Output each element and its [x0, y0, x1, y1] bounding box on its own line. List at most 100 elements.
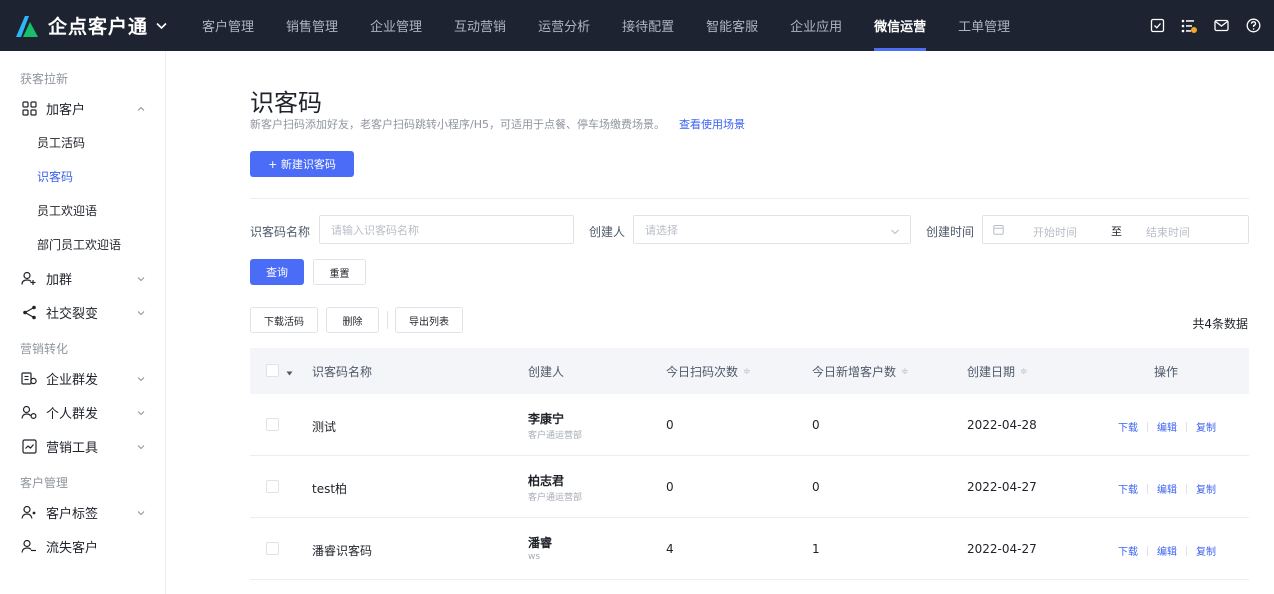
sidebar-sub-customer-code[interactable]: 识客码 — [0, 159, 165, 193]
nav-ticket-management[interactable]: 工单管理 — [948, 0, 1020, 51]
nav-reception-config[interactable]: 接待配置 — [612, 0, 684, 51]
sidebar-item-customer-tags[interactable]: 客户标签 — [0, 495, 165, 529]
sidebar-item-marketing-tools[interactable]: 营销工具 — [0, 429, 165, 463]
sidebar: 获客拉新 加客户 员工活码 识客码 员工欢迎语 部门员工欢迎语 加群 社交裂变 … — [0, 51, 166, 594]
col-actions: 操作 — [1154, 365, 1179, 379]
chevron-down-icon — [136, 441, 146, 451]
edit-link[interactable]: 编辑 — [1157, 419, 1177, 434]
sidebar-group-conversion: 营销转化 — [20, 341, 69, 356]
task-check-icon[interactable] — [1148, 17, 1166, 35]
brand[interactable]: 企点客户通 — [0, 0, 192, 51]
caret-down-icon[interactable] — [286, 365, 293, 380]
name-filter-label: 识客码名称 — [250, 225, 311, 239]
nav-customer-management[interactable]: 客户管理 — [192, 0, 264, 51]
help-icon[interactable] — [1244, 17, 1262, 35]
view-scenarios-link[interactable]: 查看使用场景 — [679, 118, 745, 131]
nav-smart-service[interactable]: 智能客服 — [696, 0, 768, 51]
cell-dept: 客户通运营部 — [528, 431, 583, 441]
export-list-button[interactable]: 导出列表 — [395, 307, 463, 333]
calendar-icon — [993, 224, 1004, 239]
sidebar-sub-employee-code[interactable]: 员工活码 — [0, 125, 165, 159]
col-today-new-customers[interactable]: 今日新增客户数 ≑ — [812, 363, 909, 380]
row-checkbox[interactable] — [266, 480, 279, 493]
sidebar-sub-employee-welcome[interactable]: 员工欢迎语 — [0, 193, 165, 227]
copy-link[interactable]: 复制 — [1196, 481, 1216, 496]
nav-interactive-marketing[interactable]: 互动营销 — [444, 0, 516, 51]
nav-enterprise-apps[interactable]: 企业应用 — [780, 0, 852, 51]
separator — [1186, 421, 1187, 432]
sidebar-group-acquisition: 获客拉新 — [20, 71, 69, 86]
new-customer-code-button[interactable]: + 新建识客码 — [250, 151, 354, 177]
name-search-input[interactable]: 请输入识客码名称 — [319, 215, 574, 244]
sidebar-group-customer-management: 客户管理 — [20, 475, 69, 490]
mail-icon[interactable] — [1212, 17, 1230, 35]
sort-icon[interactable]: ≑ — [901, 367, 909, 377]
toolbar-separator — [387, 311, 388, 329]
row-actions: 下载 编辑 复制 — [1118, 481, 1216, 496]
end-date-placeholder[interactable]: 结束时间 — [1146, 224, 1190, 240]
brand-name: 企点客户通 — [48, 16, 149, 38]
chevron-down-icon — [136, 507, 146, 517]
row-checkbox[interactable] — [266, 418, 279, 431]
col-today-scans[interactable]: 今日扫码次数 ≑ — [666, 363, 751, 380]
cell-new-customers: 0 — [812, 480, 820, 494]
sidebar-item-personal-mass[interactable]: 个人群发 — [0, 395, 165, 429]
table-row: test柏 柏志君 客户通运营部 0 0 2022-04-27 下载 编辑 复制 — [250, 456, 1249, 518]
user-broadcast-icon — [20, 403, 38, 421]
download-link[interactable]: 下载 — [1118, 481, 1138, 496]
sidebar-item-add-customer[interactable]: 加客户 — [0, 91, 165, 125]
col-created-date[interactable]: 创建日期 ≑ — [967, 363, 1028, 380]
cell-creator: 潘睿 — [528, 536, 553, 550]
chevron-down-icon — [136, 407, 146, 417]
copy-link[interactable]: 复制 — [1196, 543, 1216, 558]
select-all-checkbox[interactable] — [266, 364, 279, 377]
nav-sales-management[interactable]: 销售管理 — [276, 0, 348, 51]
copy-link[interactable]: 复制 — [1196, 419, 1216, 434]
sort-icon[interactable]: ≑ — [1020, 367, 1028, 377]
date-range-separator: 至 — [1111, 225, 1122, 238]
chevron-down-icon — [136, 307, 146, 317]
sidebar-item-social-fission[interactable]: 社交裂变 — [0, 295, 165, 329]
date-range-picker[interactable]: 开始时间 至 结束时间 — [982, 215, 1249, 244]
nav-enterprise-management[interactable]: 企业管理 — [360, 0, 432, 51]
edit-link[interactable]: 编辑 — [1157, 481, 1177, 496]
row-checkbox[interactable] — [266, 542, 279, 555]
sidebar-item-add-group[interactable]: 加群 — [0, 261, 165, 295]
query-button[interactable]: 查询 — [250, 259, 304, 285]
chevron-down-icon[interactable] — [156, 22, 167, 30]
top-icons — [1148, 0, 1262, 51]
row-actions: 下载 编辑 复制 — [1118, 543, 1216, 558]
start-date-placeholder[interactable]: 开始时间 — [1033, 224, 1077, 240]
time-filter-label: 创建时间 — [926, 225, 975, 239]
sidebar-item-enterprise-mass[interactable]: 企业群发 — [0, 361, 165, 395]
cell-scans: 4 — [666, 542, 674, 556]
download-link[interactable]: 下载 — [1118, 419, 1138, 434]
creator-select[interactable]: 请选择 — [633, 215, 911, 244]
sidebar-item-label: 客户标签 — [46, 506, 99, 522]
cell-creator: 柏志君 — [528, 474, 565, 488]
delete-button[interactable]: 删除 — [326, 307, 379, 333]
sidebar-item-label: 加客户 — [46, 102, 86, 118]
reset-button[interactable]: 重置 — [313, 259, 366, 285]
sidebar-item-lost-customers[interactable]: 流失客户 — [0, 529, 165, 563]
creator-filter-label: 创建人 — [589, 225, 626, 239]
download-link[interactable]: 下载 — [1118, 543, 1138, 558]
separator — [1186, 483, 1187, 494]
nav-wechat-operation[interactable]: 微信运营 — [864, 0, 936, 51]
sidebar-sub-dept-welcome[interactable]: 部门员工欢迎语 — [0, 227, 165, 261]
creator-select-placeholder: 请选择 — [645, 223, 678, 237]
todo-list-icon[interactable] — [1180, 17, 1198, 35]
download-code-button[interactable]: 下载活码 — [250, 307, 318, 333]
separator — [1147, 421, 1148, 432]
page-title: 识客码 — [250, 89, 322, 117]
sort-icon[interactable]: ≑ — [743, 367, 751, 377]
sidebar-item-label: 个人群发 — [46, 406, 99, 422]
user-remove-icon — [20, 537, 38, 555]
col-name: 识客码名称 — [312, 365, 373, 379]
grid-apps-icon — [20, 99, 38, 117]
table-header: 识客码名称 创建人 今日扫码次数 ≑ 今日新增客户数 ≑ 创建日期 ≑ 操作 — [250, 348, 1249, 394]
edit-link[interactable]: 编辑 — [1157, 543, 1177, 558]
nav-operation-analysis[interactable]: 运营分析 — [528, 0, 600, 51]
cell-name: test柏 — [312, 482, 348, 496]
chevron-down-icon — [136, 273, 146, 283]
